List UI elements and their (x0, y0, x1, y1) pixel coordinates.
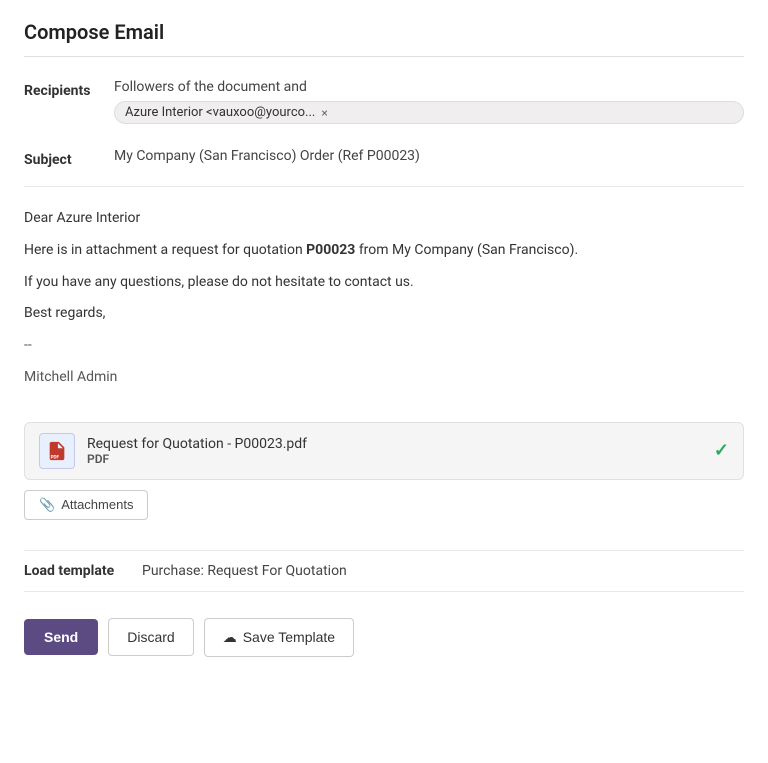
page-title: Compose Email (24, 20, 744, 57)
email-line1: Here is in attachment a request for quot… (24, 239, 744, 263)
email-signature: -- Mitchell Admin (24, 334, 744, 390)
email-separator: -- (24, 334, 744, 358)
paperclip-icon: 📎 (39, 497, 55, 513)
recipients-followers-text: Followers of the document and (114, 79, 744, 95)
svg-text:PDF: PDF (51, 454, 60, 460)
subject-label: Subject (24, 148, 114, 168)
recipient-tag[interactable]: Azure Interior <vauxoo@yourco... × (114, 101, 744, 124)
save-template-icon: ☁ (223, 629, 237, 646)
recipients-area: Followers of the document and Azure Inte… (114, 79, 744, 124)
load-template-value[interactable]: Purchase: Request For Quotation (142, 563, 347, 579)
recipients-label: Recipients (24, 79, 114, 99)
attachment-section: PDF Request for Quotation - P00023.pdf P… (24, 422, 744, 534)
recipient-remove-btn[interactable]: × (321, 107, 327, 119)
attachment-filetype: PDF (87, 452, 702, 466)
email-line3: Best regards, (24, 302, 744, 326)
load-template-row: Load template Purchase: Request For Quot… (24, 550, 744, 592)
attachment-item: PDF Request for Quotation - P00023.pdf P… (24, 422, 744, 480)
attachments-button-label: Attachments (61, 497, 133, 512)
save-template-button[interactable]: ☁ Save Template (204, 618, 354, 657)
attachment-filename: Request for Quotation - P00023.pdf (87, 436, 702, 452)
recipients-row: Recipients Followers of the document and… (24, 73, 744, 130)
email-line2: If you have any questions, please do not… (24, 271, 744, 295)
save-template-label: Save Template (243, 629, 335, 645)
compose-email-panel: Compose Email Recipients Followers of th… (0, 0, 768, 687)
divider (24, 186, 744, 187)
pdf-icon: PDF (39, 433, 75, 469)
subject-value: My Company (San Francisco) Order (Ref P0… (114, 148, 744, 164)
email-line1-bold: P00023 (306, 242, 355, 258)
email-signer: Mitchell Admin (24, 366, 744, 390)
discard-button[interactable]: Discard (108, 618, 193, 656)
email-body: Dear Azure Interior Here is in attachmen… (24, 199, 744, 406)
email-line1-pre: Here is in attachment a request for quot… (24, 242, 306, 258)
email-line1-post: from My Company (San Francisco). (355, 242, 578, 258)
load-template-label: Load template (24, 563, 134, 579)
attachment-check-icon: ✓ (714, 440, 729, 461)
attachments-button[interactable]: 📎 Attachments (24, 490, 148, 520)
subject-row: Subject My Company (San Francisco) Order… (24, 142, 744, 174)
action-buttons: Send Discard ☁ Save Template (24, 608, 744, 667)
send-button[interactable]: Send (24, 619, 98, 655)
recipient-tag-text: Azure Interior <vauxoo@yourco... (125, 105, 315, 120)
email-greeting: Dear Azure Interior (24, 207, 744, 231)
attachment-info: Request for Quotation - P00023.pdf PDF (87, 436, 702, 466)
recipients-value: Followers of the document and Azure Inte… (114, 79, 744, 124)
